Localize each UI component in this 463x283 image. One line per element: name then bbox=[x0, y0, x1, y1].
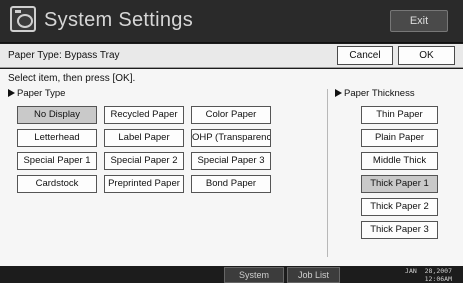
paper-type-color-paper[interactable]: Color Paper bbox=[191, 106, 271, 124]
column-divider bbox=[327, 89, 328, 257]
thickness-thick-paper-1[interactable]: Thick Paper 1 bbox=[361, 175, 438, 193]
thickness-thick-paper-3[interactable]: Thick Paper 3 bbox=[361, 221, 438, 239]
system-status-button[interactable]: System Status bbox=[224, 267, 284, 283]
date-text: JAN 28,2007 bbox=[405, 267, 452, 275]
instruction-text: Select item, then press [OK]. bbox=[8, 73, 136, 84]
triangle-right-icon bbox=[335, 89, 342, 97]
copier-settings-icon bbox=[10, 6, 36, 32]
paper-type-special-2[interactable]: Special Paper 2 bbox=[104, 152, 184, 170]
header-row: Paper Type: Bypass Tray Cancel OK bbox=[0, 44, 463, 68]
paper-type-special-1[interactable]: Special Paper 1 bbox=[17, 152, 97, 170]
paper-type-bond-paper[interactable]: Bond Paper bbox=[191, 175, 271, 193]
paper-type-letterhead[interactable]: Letterhead bbox=[17, 129, 97, 147]
paper-type-label: Paper Type bbox=[17, 88, 66, 99]
paper-type-ohp[interactable]: OHP (Transparency) bbox=[191, 129, 271, 147]
paper-type-label-paper[interactable]: Label Paper bbox=[104, 129, 184, 147]
status-bar: System Status Job List JAN 28,2007 12:06… bbox=[0, 266, 463, 283]
job-list-button[interactable]: Job List bbox=[287, 267, 340, 283]
ok-button[interactable]: OK bbox=[398, 46, 455, 65]
paper-type-heading: Paper Type bbox=[8, 88, 65, 99]
thickness-plain-paper[interactable]: Plain Paper bbox=[361, 129, 438, 147]
main-panel: Select item, then press [OK]. Paper Type… bbox=[0, 69, 463, 266]
cancel-button[interactable]: Cancel bbox=[337, 46, 393, 65]
triangle-right-icon bbox=[8, 89, 15, 97]
thickness-thin-paper[interactable]: Thin Paper bbox=[361, 106, 438, 124]
paper-thickness-heading: Paper Thickness bbox=[335, 88, 415, 99]
thickness-thick-paper-2[interactable]: Thick Paper 2 bbox=[361, 198, 438, 216]
paper-type-special-3[interactable]: Special Paper 3 bbox=[191, 152, 271, 170]
exit-button[interactable]: Exit bbox=[390, 10, 448, 32]
time-text: 12:06AM bbox=[424, 275, 452, 283]
title-bar: System Settings Exit bbox=[0, 0, 463, 43]
thickness-middle-thick[interactable]: Middle Thick bbox=[361, 152, 438, 170]
screen-title: Paper Type: Bypass Tray bbox=[8, 50, 120, 61]
date-time-display: JAN 28,2007 12:06AM bbox=[405, 267, 452, 283]
paper-type-no-display[interactable]: No Display bbox=[17, 106, 97, 124]
paper-type-cardstock[interactable]: Cardstock bbox=[17, 175, 97, 193]
paper-type-recycled-paper[interactable]: Recycled Paper bbox=[104, 106, 184, 124]
paper-type-preprinted-paper[interactable]: Preprinted Paper bbox=[104, 175, 184, 193]
window-title: System Settings bbox=[44, 9, 194, 31]
paper-thickness-label: Paper Thickness bbox=[344, 88, 415, 99]
